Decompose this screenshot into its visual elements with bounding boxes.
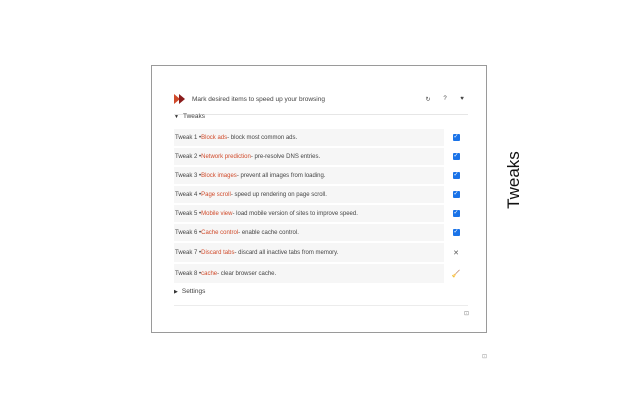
tweak-row: Tweak 2 • Network prediction - pre-resol… (174, 148, 468, 165)
tweak-name: Discard tabs (201, 249, 235, 256)
popup-header: Mark desired items to speed up your brow… (174, 90, 468, 115)
tweak-checkbox[interactable]: ✓ (444, 167, 468, 184)
fast-forward-logo-icon (174, 94, 185, 104)
tweak-detail: - speed up rendering on page scroll. (230, 191, 327, 198)
tweak-checkbox[interactable]: ✓ (444, 129, 468, 146)
checkbox-checked-icon: ✓ (452, 229, 460, 236)
tweak-description: Tweak 1 • Block ads - block most common … (174, 129, 444, 146)
tweak-detail: - load mobile version of sites to improv… (232, 210, 358, 217)
tweak-row: Tweak 6 • Cache control - enable cache c… (174, 224, 468, 241)
tweak-detail: - clear browser cache. (217, 270, 277, 277)
tweak-row: Tweak 5 • Mobile view - load mobile vers… (174, 205, 468, 222)
expanded-triangle-icon: ▼ (174, 113, 179, 120)
checkbox-checked-icon: ✓ (452, 172, 460, 179)
tweak-detail: - pre-resolve DNS entries. (250, 153, 321, 160)
tweak-detail: - discard all inactive tabs from memory. (234, 249, 339, 256)
tweak-checkbox[interactable]: ✓ (444, 186, 468, 203)
tweak-detail: - block most common ads. (227, 134, 298, 141)
tweak-row: Tweak 4 • Page scroll - speed up renderi… (174, 186, 468, 203)
settings-section-toggle[interactable]: ▶ Settings (174, 288, 205, 295)
tweak-number: Tweak 7 • (175, 249, 202, 256)
screenshot-stage: Mark desired items to speed up your brow… (0, 0, 640, 400)
settings-section-label: Settings (181, 288, 206, 295)
collapsed-triangle-icon: ▶ (174, 288, 178, 295)
refresh-icon[interactable]: ↻ (422, 93, 434, 105)
tweak-number: Tweak 8 • (175, 270, 202, 277)
tweak-number: Tweak 5 • (175, 210, 202, 217)
tweak-description: Tweak 3 • Block images - prevent all ima… (174, 167, 444, 184)
broom-icon: 🧹 (451, 270, 461, 278)
tweak-checkbox[interactable]: ✓ (444, 205, 468, 222)
extension-popup: Mark desired items to speed up your brow… (151, 65, 487, 333)
close-icon: ✕ (453, 249, 459, 257)
tweak-detail: - prevent all images from loading. (236, 172, 326, 179)
tweak-name: Block images (201, 172, 237, 179)
tweak-row: Tweak 8 • cache - clear browser cache. 🧹 (174, 264, 468, 283)
tweak-name: cache (201, 270, 218, 277)
tweak-row: Tweak 3 • Block images - prevent all ima… (174, 167, 468, 184)
tweak-description: Tweak 4 • Page scroll - speed up renderi… (174, 186, 444, 203)
side-title: Tweaks (504, 151, 523, 209)
tweak-name: Network prediction (201, 153, 251, 160)
help-icon[interactable]: ? (439, 93, 451, 105)
heart-icon[interactable]: ♥ (456, 93, 468, 105)
tweak-number: Tweak 4 • (175, 191, 202, 198)
popout-icon: ⊡ (482, 354, 488, 360)
tweak-name: Cache control (201, 229, 239, 236)
tweak-description: Tweak 5 • Mobile view - load mobile vers… (174, 205, 444, 222)
tweak-row: Tweak 1 • Block ads - block most common … (174, 129, 468, 146)
tweak-description: Tweak 6 • Cache control - enable cache c… (174, 224, 444, 241)
tweak-description: Tweak 8 • cache - clear browser cache. (174, 264, 444, 283)
discard-tabs-button[interactable]: ✕ (444, 244, 468, 261)
tweak-name: Mobile view (201, 210, 233, 217)
checkbox-checked-icon: ✓ (452, 191, 460, 198)
tweak-checkbox[interactable]: ✓ (444, 148, 468, 165)
tweak-row: Tweak 7 • Discard tabs - discard all ina… (174, 243, 468, 262)
tweak-number: Tweak 2 • (175, 153, 202, 160)
footer-divider (174, 305, 468, 306)
tweak-name: Page scroll (201, 191, 231, 198)
tweak-number: Tweak 6 • (175, 229, 202, 236)
tweak-description: Tweak 2 • Network prediction - pre-resol… (174, 148, 444, 165)
popout-icon[interactable]: ⊡ (464, 310, 469, 317)
clear-cache-button[interactable]: 🧹 (444, 265, 468, 282)
header-instruction: Mark desired items to speed up your brow… (192, 95, 325, 103)
tweak-number: Tweak 1 • (175, 134, 202, 141)
tweaks-section-toggle[interactable]: ▼ Tweaks (174, 113, 205, 120)
tweak-list: Tweak 1 • Block ads - block most common … (174, 129, 468, 285)
tweak-description: Tweak 7 • Discard tabs - discard all ina… (174, 243, 444, 262)
tweaks-section-label: Tweaks (182, 113, 205, 120)
tweak-detail: - enable cache control. (238, 229, 299, 236)
tweak-name: Block ads (201, 134, 228, 141)
checkbox-checked-icon: ✓ (452, 210, 460, 217)
tweak-number: Tweak 3 • (175, 172, 202, 179)
checkbox-checked-icon: ✓ (452, 153, 460, 160)
tweak-checkbox[interactable]: ✓ (444, 224, 468, 241)
checkbox-checked-icon: ✓ (452, 134, 460, 141)
